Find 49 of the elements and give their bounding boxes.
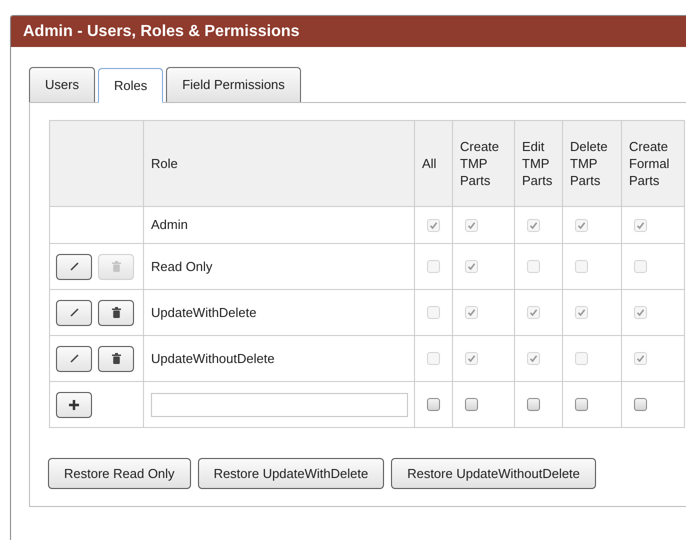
checkmark-icon: [467, 220, 476, 230]
checkbox[interactable]: [527, 398, 540, 411]
role-name-input[interactable]: [151, 392, 408, 416]
column-header: Create Formal Parts: [622, 120, 684, 206]
trash-icon: [112, 353, 120, 364]
checkmark-icon: [636, 354, 645, 363]
pencil-icon: [70, 262, 78, 271]
checkbox[interactable]: [634, 398, 647, 411]
trash-icon: [112, 261, 120, 272]
checkmark-icon: [636, 220, 645, 230]
column-header: Role: [144, 120, 414, 206]
restore-button[interactable]: Restore UpdateWithoutDelete: [391, 458, 596, 489]
role-name: UpdateWithDelete: [151, 304, 256, 320]
checkmark-icon: [467, 308, 476, 317]
role-name: Read Only: [151, 258, 212, 274]
pencil-icon: [70, 354, 78, 363]
column-header: Delete TMP Parts: [562, 120, 622, 206]
edit-button[interactable]: [56, 346, 92, 372]
delete-button[interactable]: [98, 300, 134, 326]
add-button[interactable]: [56, 392, 92, 418]
role-name: UpdateWithoutDelete: [151, 350, 275, 366]
checkmark-icon: [577, 220, 586, 230]
checkmark-icon: [529, 308, 538, 317]
trash-icon: [112, 307, 120, 318]
delete-button[interactable]: [98, 346, 134, 372]
edit-button[interactable]: [56, 254, 92, 280]
checkbox[interactable]: [427, 398, 440, 411]
checkbox[interactable]: [575, 398, 588, 411]
checkmark-icon: [467, 354, 476, 363]
pencil-icon: [70, 308, 78, 317]
checkmark-icon: [529, 220, 538, 230]
checkmark-icon: [529, 354, 538, 363]
checkmark-icon: [577, 308, 586, 317]
edit-button[interactable]: [56, 300, 92, 326]
column-header: All: [414, 120, 452, 206]
tab[interactable]: Roles: [98, 68, 164, 103]
checkmark-icon: [636, 308, 645, 317]
restore-button[interactable]: Restore UpdateWithDelete: [198, 458, 384, 489]
column-header: Edit TMP Parts: [514, 120, 562, 206]
window-title: Admin - Users, Roles & Permissions: [11, 16, 686, 47]
tab[interactable]: Field Permissions: [166, 67, 301, 102]
checkbox[interactable]: [465, 398, 478, 411]
plus-icon: [69, 400, 79, 410]
restore-button[interactable]: Restore Read Only: [48, 458, 191, 489]
tab[interactable]: Users: [29, 67, 95, 102]
role-name: Admin: [151, 217, 188, 232]
column-header: Create TMP Parts: [452, 120, 514, 206]
checkmark-icon: [429, 220, 438, 230]
checkmark-icon: [467, 262, 476, 271]
